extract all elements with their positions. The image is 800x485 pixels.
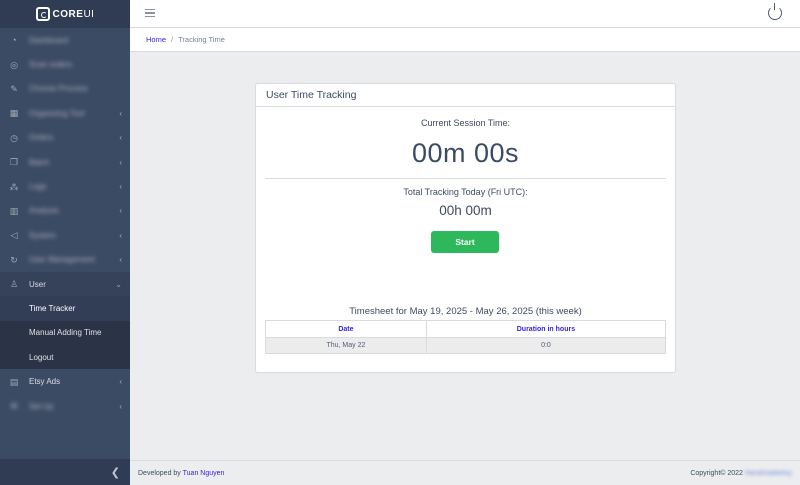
top-header [130,0,800,28]
bar-chart-icon: ▥ [9,205,19,216]
sidebar-item-logs[interactable]: ⁂ Logs ‹ [0,174,130,198]
sidebar-item-label: Scan orders [29,60,73,70]
chevron-left-icon: ‹ [119,108,122,118]
sound-icon: ◁ [10,230,18,241]
sidebar-item-logout[interactable]: Logout [0,345,130,369]
sidebar-item-time-tracker[interactable]: Time Tracker [0,296,130,321]
ads-icon: ▤ [9,376,19,387]
copyright-text: Copyright© 2022 [690,469,743,477]
table-cell-date: Thu, May 22 [265,337,427,354]
chevron-left-icon: ‹ [119,133,122,143]
sidebar-item-label: Batch [29,157,50,167]
sidebar-item-batch[interactable]: ❐ Batch ‹ [0,150,130,174]
chevron-left-icon: ‹ [119,401,122,411]
user-subnav: Time Tracker Manual Adding Time Logout [0,296,130,370]
sidebar-item-choose-process[interactable]: ✎ Choose Process [0,77,130,101]
chevron-left-icon: ‹ [119,377,122,387]
footer-credit-prefix: Developed by [138,469,181,477]
sidebar-item-label: Etsy Ads [29,377,61,387]
sidebar: COREUI ◔ Dashboard ◎ Scan orders ✎ Choos… [0,0,130,485]
sidebar-item-orders[interactable]: ◷ Orders ‹ [0,126,130,150]
breadcrumb-home[interactable]: Home [146,35,166,44]
chevron-left-icon: ‹ [119,230,122,240]
sidebar-item-label: Dashboard [29,35,69,45]
sidebar-item-scan-orders[interactable]: ◎ Scan orders [0,52,130,76]
timesheet-table: Date Duration in hours Thu, May 22 0:0 [265,320,667,354]
target-icon: ◎ [10,59,18,70]
power-icon[interactable] [768,3,782,20]
total-label: Total Tracking Today (Fri UTC): [403,187,528,197]
user-icon: ♙ [9,279,19,290]
card-title: User Time Tracking [256,84,675,107]
sidebar-item-label: Analysis [29,206,59,216]
sidebar-item-label: User Management [29,255,95,265]
sidebar-item-user[interactable]: ♙ User ⌄ [0,271,130,297]
sidebar-item-label: Organizing Tool [29,108,85,118]
breadcrumb-separator: / [171,35,174,44]
coreui-logo-icon [35,7,50,21]
table-row: Thu, May 22 0:0 [265,337,667,354]
time-tracking-card: User Time Tracking Current Session Time:… [255,83,676,373]
brand-text: COREUI [52,8,95,20]
sidebar-item-user-management[interactable]: ↻ User Management ‹ [0,248,130,272]
sidebar-item-etsy-ads[interactable]: ▤ Etsy Ads ‹ [0,369,130,393]
clock-icon: ◷ [10,132,18,143]
sidebar-item-analysis[interactable]: ▥ Analysis ‹ [0,199,130,223]
sidebar-item-label: User [29,279,46,289]
footer: Developed by Tuan Nguyen Copyright© 2022… [130,460,800,485]
table-cell-duration: 0:0 [425,337,667,354]
grid-icon: ▦ [9,108,19,119]
chevron-left-icon: ‹ [119,255,122,265]
breadcrumb: Home / Tracking Time [130,28,800,52]
sidebar-item-manual-adding-time[interactable]: Manual Adding Time [0,321,130,345]
sidebar-item-set-up[interactable]: ⚙ Set Up ‹ [0,394,130,418]
total-today-value: 00h 00m [439,203,492,218]
history-icon: ↻ [10,254,18,265]
timesheet-title: Timesheet for May 19, 2025 - May 26, 202… [349,306,582,317]
sidebar-item-label: Choose Process [29,84,88,94]
chevron-left-icon: ‹ [119,157,122,167]
sidebar-item-label: Logs [29,182,47,192]
breadcrumb-current: Tracking Time [178,35,225,44]
sidebar-item-label: Orders [29,133,54,143]
footer-credit: Developed by Tuan Nguyen [138,470,224,477]
developer-link[interactable]: Tuan Nguyen [183,470,225,477]
sidebar-item-organizing-tool[interactable]: ▦ Organizing Tool ‹ [0,101,130,125]
sidebar-item-label: Set Up [29,401,54,411]
layers-icon: ❐ [9,157,19,168]
sidebar-nav: ◔ Dashboard ◎ Scan orders ✎ Choose Proce… [0,28,130,418]
settings-icon: ⚙ [9,401,19,412]
chevron-left-icon: ‹ [119,206,122,216]
sidebar-item-system[interactable]: ◁ System ‹ [0,223,130,247]
column-header-duration[interactable]: Duration in hours [425,320,667,338]
column-header-date[interactable]: Date [265,320,427,338]
pen-icon: ✎ [10,83,18,94]
chevron-down-icon: ⌄ [115,279,122,289]
start-button[interactable]: Start [431,231,499,253]
sidebar-item-label: System [29,230,56,240]
brand[interactable]: COREUI [0,0,130,28]
chevron-left-icon: ‹ [119,182,122,192]
company-link[interactable]: Handmadeetsy [745,470,792,477]
footer-copyright: Copyright© 2022 Handmadeetsy [690,470,792,477]
speedometer-icon: ◔ [11,35,17,46]
table-header-row: Date Duration in hours [265,320,667,338]
session-timer: 00m 00s [411,138,520,168]
session-label: Current Session Time: [420,118,511,128]
chevron-left-icon: ❮ [110,466,120,479]
sidebar-minimize-button[interactable]: ❮ [0,459,130,485]
network-icon: ⁂ [9,181,19,192]
sidebar-item-dashboard[interactable]: ◔ Dashboard [0,28,130,52]
divider [265,178,666,179]
menu-icon[interactable] [145,9,155,17]
